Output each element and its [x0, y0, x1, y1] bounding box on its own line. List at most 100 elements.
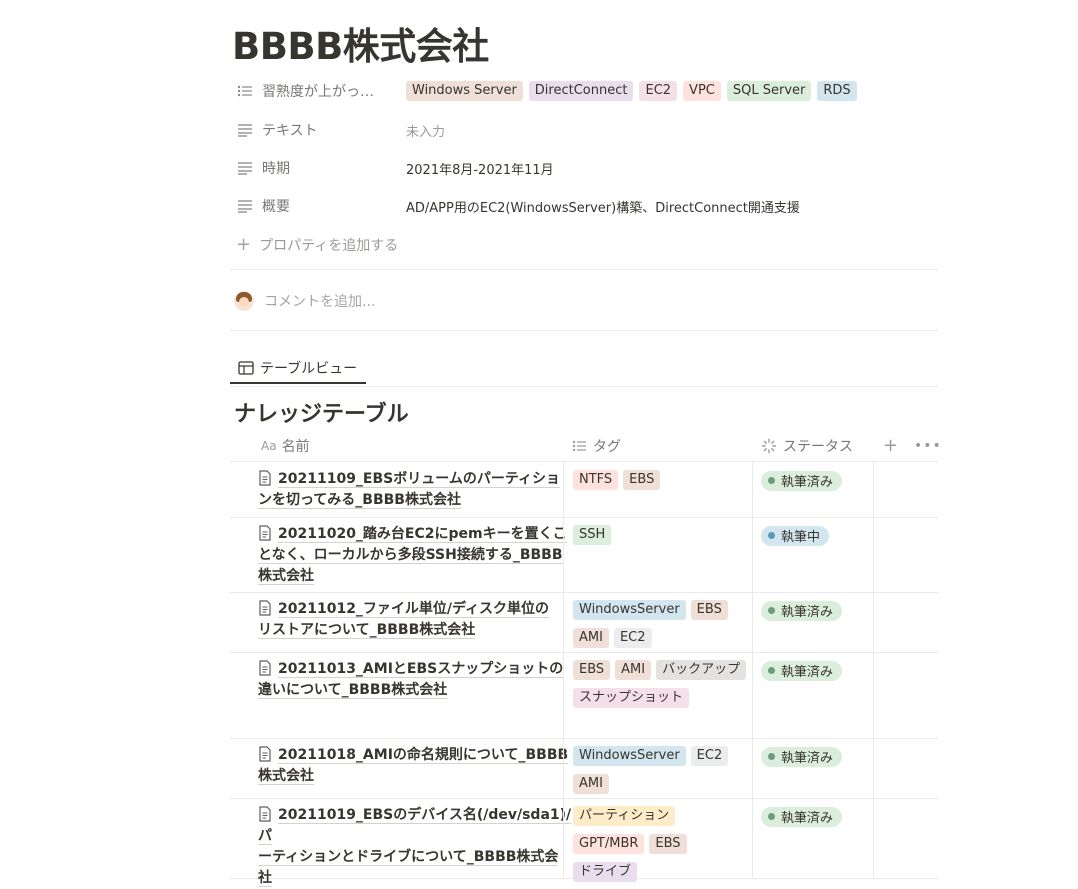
- row-tags-cell[interactable]: WindowsServer EBS AMI EC2: [563, 592, 753, 652]
- plus-icon: +: [236, 234, 252, 255]
- row-title-cell[interactable]: 20211109_EBSボリュームのパーティションを切ってみる_BBBB株式会社: [258, 462, 578, 517]
- status-badge: 執筆済み: [761, 806, 843, 827]
- row-title[interactable]: 社: [258, 870, 272, 887]
- table-row[interactable]: 20211020_踏み台EC2にpemキーを置くことなく、ローカルから多段SSH…: [230, 517, 938, 593]
- tag: DirectConnect: [528, 81, 634, 101]
- row-status-cell[interactable]: 執筆済み: [753, 798, 874, 878]
- column-header-name[interactable]: Aa 名前: [261, 430, 310, 461]
- property-name[interactable]: 概要: [230, 196, 406, 216]
- property-name[interactable]: 時期: [230, 158, 406, 178]
- tag: AMI: [573, 774, 609, 794]
- tag: EBS: [649, 834, 687, 854]
- row-status-cell[interactable]: 執筆済み: [753, 738, 874, 798]
- row-title-cell[interactable]: 20211020_踏み台EC2にpemキーを置くことなく、ローカルから多段SSH…: [258, 517, 578, 592]
- column-status-label: ステータス: [783, 438, 853, 455]
- page-icon: [259, 746, 271, 762]
- page-icon: [259, 660, 271, 676]
- tab-table-view[interactable]: テーブルビュー: [230, 354, 366, 384]
- property-name[interactable]: テキスト: [230, 120, 406, 140]
- row-status-cell[interactable]: 執筆済み: [753, 592, 874, 652]
- status-label: 執筆済み: [781, 665, 834, 680]
- row-title[interactable]: 株式会社: [258, 768, 314, 785]
- comment-placeholder: コメントを追加...: [264, 294, 376, 310]
- property-value[interactable]: 2021年8月-2021年11月: [406, 159, 554, 178]
- property-row[interactable]: テキスト 未入力: [230, 115, 938, 145]
- row-title[interactable]: 違いについて_BBBB株式会社: [258, 682, 448, 699]
- add-property-label: プロパティを追加する: [259, 237, 399, 254]
- row-title[interactable]: 20211018_AMIの命名規則について_BBBB: [278, 747, 569, 764]
- status-badge: 執筆済み: [761, 470, 843, 491]
- status-label: 執筆済み: [781, 605, 834, 620]
- row-tags-cell[interactable]: EBS AMI バックアップスナップショット: [563, 652, 753, 738]
- table-row[interactable]: 20211018_AMIの命名規則について_BBBB 株式会社 WindowsSer…: [230, 738, 938, 799]
- row-tags-cell[interactable]: NTFS EBS: [563, 462, 753, 517]
- property-name-label: テキスト: [262, 123, 318, 139]
- status-badge: 執筆済み: [761, 600, 843, 621]
- tag: NTFS: [573, 470, 619, 490]
- row-tags-cell[interactable]: パーティション GPT/MBR EBS ドライブ: [563, 798, 753, 882]
- tag: RDS: [817, 81, 857, 101]
- tag: ドライブ: [573, 862, 638, 882]
- row-status-cell[interactable]: 執筆済み: [753, 462, 874, 517]
- table-row[interactable]: 20211019_EBSのデバイス名(/dev/sda1)/パーティションとドラ…: [230, 798, 938, 887]
- tag: AMI: [573, 628, 609, 648]
- row-title[interactable]: 株式会社: [258, 568, 314, 585]
- row-title[interactable]: 20211020_踏み台EC2にpemキーを置くこ: [278, 526, 567, 543]
- status-label: 執筆済み: [781, 811, 834, 826]
- page-title[interactable]: BBBB株式会社: [232, 16, 489, 70]
- row-title[interactable]: ンを切ってみる_BBBB株式会社: [258, 492, 461, 509]
- row-title[interactable]: 20211013_AMIとEBSスナップショットの: [278, 661, 564, 678]
- add-column-button[interactable]: +: [883, 430, 898, 461]
- page-icon: [259, 806, 271, 822]
- column-header-status[interactable]: ステータス: [761, 430, 853, 461]
- add-property-button[interactable]: + プロパティを追加する: [236, 234, 398, 255]
- row-title[interactable]: ーティションとドライブについて_BBBB株式会: [258, 849, 559, 866]
- property-value[interactable]: AD/APP用のEC2(WindowsServer)構築、DirectConne…: [406, 197, 800, 216]
- row-title[interactable]: 20211019_EBSのデバイス名(/dev/sda1)/パ: [258, 807, 572, 845]
- property-row[interactable]: 習熟度が上がっ… Windows Server DirectConnect EC2 VP…: [230, 76, 938, 106]
- tag: スナップショット: [573, 688, 690, 708]
- row-tags-cell[interactable]: SSH: [563, 517, 753, 592]
- database-title[interactable]: ナレッジテーブル: [234, 396, 409, 428]
- column-tags-label: タグ: [593, 438, 621, 455]
- property-value-text: 2021年8月-2021年11月: [406, 162, 554, 178]
- row-status-cell[interactable]: 執筆中: [753, 517, 874, 592]
- tag: SQL Server: [726, 81, 812, 101]
- tag: パーティション: [573, 806, 676, 826]
- tag: Windows Server: [406, 81, 523, 101]
- column-header-tags[interactable]: タグ: [572, 430, 621, 461]
- row-status-cell[interactable]: 執筆済み: [753, 652, 874, 738]
- status-badge: 執筆済み: [761, 660, 843, 681]
- tag: SSH: [573, 525, 612, 545]
- text-icon: [236, 123, 254, 137]
- table-row[interactable]: 20211013_AMIとEBSスナップショットの違いについて_BBBB株式会社…: [230, 652, 938, 739]
- row-tags-cell[interactable]: WindowsServer EC2 AMI: [563, 738, 753, 798]
- tag: EC2: [613, 628, 652, 648]
- text-icon: [236, 199, 254, 213]
- comment-input[interactable]: コメントを追加...: [234, 291, 375, 311]
- row-title-cell[interactable]: 20211018_AMIの命名規則について_BBBB 株式会社: [258, 738, 578, 798]
- table-row[interactable]: 20211012_ファイル単位/ディスク単位のリストアについて_BBBB株式会社…: [230, 592, 938, 653]
- property-value[interactable]: 未入力: [406, 121, 445, 140]
- row-title[interactable]: 20211109_EBSボリュームのパーティショ: [278, 471, 560, 488]
- page-icon: [259, 600, 271, 616]
- property-row[interactable]: 概要 AD/APP用のEC2(WindowsServer)構築、DirectCon…: [230, 191, 938, 221]
- page-icon: [259, 525, 271, 541]
- column-name-label: 名前: [281, 438, 310, 455]
- tag: EC2: [690, 746, 729, 766]
- row-title-cell[interactable]: 20211019_EBSのデバイス名(/dev/sda1)/パーティションとドラ…: [258, 798, 578, 887]
- row-title[interactable]: となく、ローカルから多段SSH接続する_BBBB: [258, 547, 563, 564]
- status-dot-icon: [768, 813, 775, 820]
- tag: WindowsServer: [573, 600, 686, 620]
- row-title-cell[interactable]: 20211012_ファイル単位/ディスク単位のリストアについて_BBBB株式会社: [258, 592, 578, 652]
- row-title[interactable]: リストアについて_BBBB株式会社: [258, 622, 476, 639]
- row-title[interactable]: 20211012_ファイル単位/ディスク単位の: [278, 601, 550, 618]
- text-icon: [236, 161, 254, 175]
- property-value[interactable]: Windows Server DirectConnect EC2 VPC SQL Ser…: [406, 81, 857, 101]
- row-title-cell[interactable]: 20211013_AMIとEBSスナップショットの違いについて_BBBB株式会社: [258, 652, 578, 738]
- property-name-label: 習熟度が上がっ…: [262, 84, 374, 100]
- property-name[interactable]: 習熟度が上がっ…: [230, 81, 406, 101]
- property-row[interactable]: 時期 2021年8月-2021年11月: [230, 153, 938, 183]
- more-options-button[interactable]: •••: [914, 430, 942, 461]
- table-row[interactable]: 20211109_EBSボリュームのパーティションを切ってみる_BBBB株式会社…: [230, 462, 938, 518]
